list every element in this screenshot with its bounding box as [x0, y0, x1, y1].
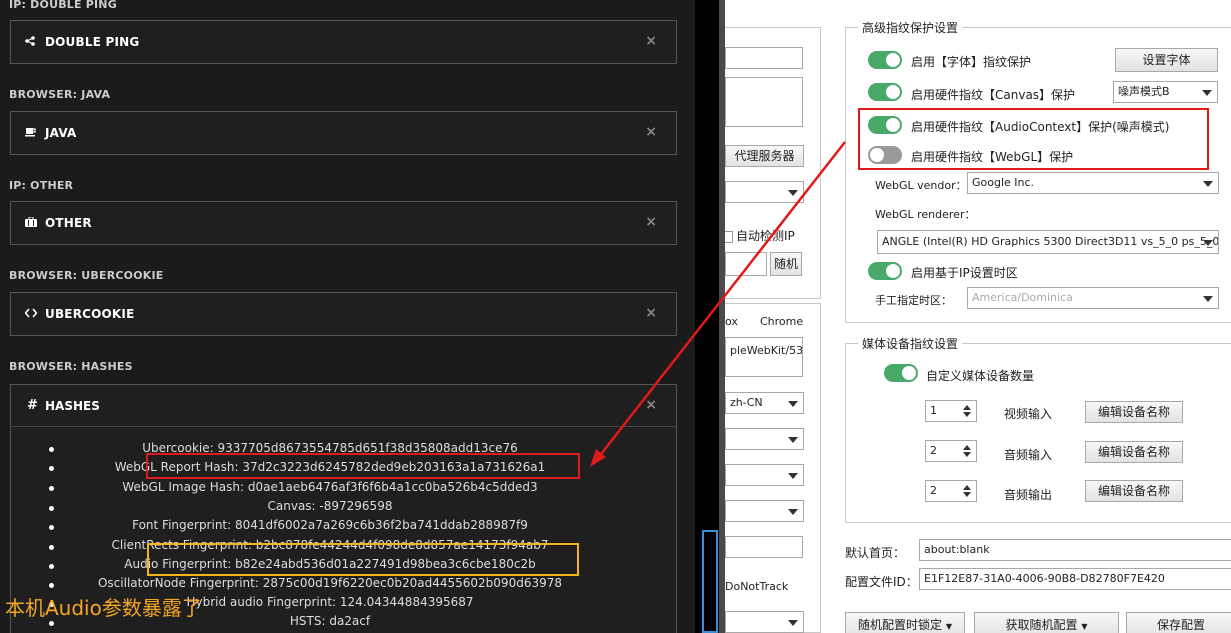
category-label: IP: DOUBLE PING	[9, 0, 117, 11]
random-button[interactable]: 随机	[770, 252, 802, 276]
ip-input[interactable]	[725, 252, 767, 276]
config-id-label: 配置文件ID：	[845, 575, 918, 589]
auto-detect-ip-checkbox[interactable]: 自动检测IP	[725, 227, 795, 244]
section-ubercookie[interactable]: UBERCOOKIE ×	[10, 292, 677, 336]
toggle-label: 启用【字体】指纹保护	[911, 55, 1032, 69]
edit-audio-input-device-button[interactable]: 编辑设备名称	[1085, 441, 1183, 463]
section-other[interactable]: OTHER ×	[10, 201, 677, 245]
select-field[interactable]	[725, 464, 804, 486]
briefcase-icon	[25, 216, 37, 230]
annotation-label: 本机Audio参数暴露了	[5, 596, 202, 620]
browser-config-window: 代理服务器 自动检测IP 随机 ox Chrome pleWebKit/537.…	[725, 0, 1231, 633]
dropdown-arrow-icon: ▼	[945, 622, 952, 631]
close-icon[interactable]: ×	[645, 305, 657, 321]
hash-item-webgl-image: WebGL Image Hash: d0ae1aeb6476af3f6f6b4a…	[122, 480, 538, 494]
audio-input-label: 音频输入	[1004, 448, 1053, 462]
custom-media-count-toggle[interactable]	[884, 364, 918, 382]
section-double-ping[interactable]: DOUBLE PING ×	[10, 20, 677, 64]
canvas-mode-select[interactable]: 噪声模式B	[1113, 81, 1218, 103]
close-icon[interactable]: ×	[645, 397, 657, 413]
save-config-button[interactable]: 保存配置	[1126, 612, 1231, 633]
group-title: 媒体设备指纹设置	[858, 335, 963, 352]
user-agent-field[interactable]: pleWebKit/537.	[725, 337, 803, 377]
fingerprint-test-page: IP: DOUBLE PING DOUBLE PING × BROWSER: J…	[0, 0, 695, 633]
section-title: DOUBLE PING	[45, 35, 140, 49]
toggle-label: 自定义媒体设备数量	[926, 369, 1035, 383]
manual-timezone-label: 手工指定时区：	[875, 294, 952, 307]
audio-output-stepper[interactable]: 2	[925, 480, 977, 502]
share-icon	[25, 35, 35, 49]
set-font-button[interactable]: 设置字体	[1115, 48, 1218, 72]
proxy-server-button[interactable]: 代理服务器	[725, 145, 804, 167]
coffee-icon	[25, 126, 37, 140]
webgl-vendor-label: WebGL vendor：	[875, 179, 967, 192]
close-icon[interactable]: ×	[645, 214, 657, 230]
category-label: BROWSER: JAVA	[9, 88, 111, 101]
webgl-renderer-label: WebGL renderer：	[875, 208, 976, 221]
video-input-label: 视频输入	[1004, 407, 1053, 421]
webgl-vendor-select[interactable]: Google Inc.	[967, 172, 1219, 194]
section-java[interactable]: JAVA ×	[10, 111, 677, 155]
donottrack-label: DoNotTrack	[725, 580, 789, 593]
section-title: JAVA	[45, 126, 77, 140]
edit-audio-output-device-button[interactable]: 编辑设备名称	[1085, 480, 1183, 502]
webgl-renderer-select[interactable]: ANGLE (Intel(R) HD Graphics 5300 Direct3…	[877, 230, 1219, 254]
canvas-protection-toggle[interactable]	[868, 83, 902, 101]
manual-timezone-select[interactable]: America/Dominica	[967, 287, 1219, 309]
get-random-config-button[interactable]: 获取随机配置 ▼	[974, 612, 1119, 633]
section-title: HASHES	[45, 399, 100, 413]
category-label: IP: OTHER	[9, 179, 74, 192]
timezone-by-ip-toggle[interactable]	[868, 262, 902, 280]
select-field[interactable]	[725, 500, 804, 522]
browser-col-label: Chrome	[760, 315, 804, 328]
toggle-label: 启用基于IP设置时区	[911, 266, 1018, 280]
homepage-input[interactable]: about:blank	[919, 539, 1231, 561]
text-field[interactable]	[725, 536, 803, 558]
homepage-label: 默认首页：	[845, 546, 906, 560]
webgl-highlight-box	[146, 453, 580, 479]
category-label: BROWSER: HASHES	[9, 360, 133, 373]
browser-col-label: ox	[725, 315, 738, 328]
close-icon[interactable]: ×	[645, 33, 657, 49]
scroll-thumb[interactable]	[702, 530, 718, 633]
lock-on-random-button[interactable]: 随机配置时锁定 ▼	[845, 612, 965, 633]
category-label: BROWSER: UBERCOOKIE	[9, 269, 164, 282]
proxy-input[interactable]	[725, 47, 803, 69]
audio-input-stepper[interactable]: 2	[925, 440, 977, 462]
section-header[interactable]: # HASHES ×	[11, 385, 676, 427]
toggle-label: 启用硬件指纹【Canvas】保护	[911, 88, 1076, 102]
font-protection-toggle[interactable]	[868, 51, 902, 69]
video-input-stepper[interactable]: 1	[925, 400, 977, 422]
donottrack-select[interactable]	[725, 611, 804, 633]
group-title: 高级指纹保护设置	[858, 19, 963, 36]
proxy-type-select[interactable]	[725, 181, 804, 203]
audio-highlight-box	[147, 543, 579, 576]
section-title: OTHER	[45, 216, 92, 230]
hash-icon: #	[27, 398, 38, 413]
edit-video-device-button[interactable]: 编辑设备名称	[1085, 401, 1183, 423]
hash-item-canvas: Canvas: -897296598	[267, 499, 393, 513]
section-title: UBERCOOKIE	[45, 307, 135, 321]
hash-item-font: Font Fingerprint: 8041df6002a7a269c6b36f…	[132, 518, 528, 532]
language-select[interactable]: zh-CN	[725, 392, 804, 414]
code-icon	[24, 307, 38, 321]
select-field[interactable]	[725, 428, 804, 450]
close-icon[interactable]: ×	[645, 124, 657, 140]
protection-highlight-box	[858, 108, 1209, 170]
dropdown-arrow-icon: ▼	[1081, 622, 1088, 631]
proxy-textarea[interactable]	[725, 77, 803, 127]
audio-output-label: 音频输出	[1004, 488, 1053, 502]
hash-item-oscillator: OscillatorNode Fingerprint: 2875c00d19f6…	[97, 576, 562, 590]
config-id-input[interactable]: E1F12E87-31A0-4006-90B8-D82780F7E420	[919, 568, 1231, 590]
